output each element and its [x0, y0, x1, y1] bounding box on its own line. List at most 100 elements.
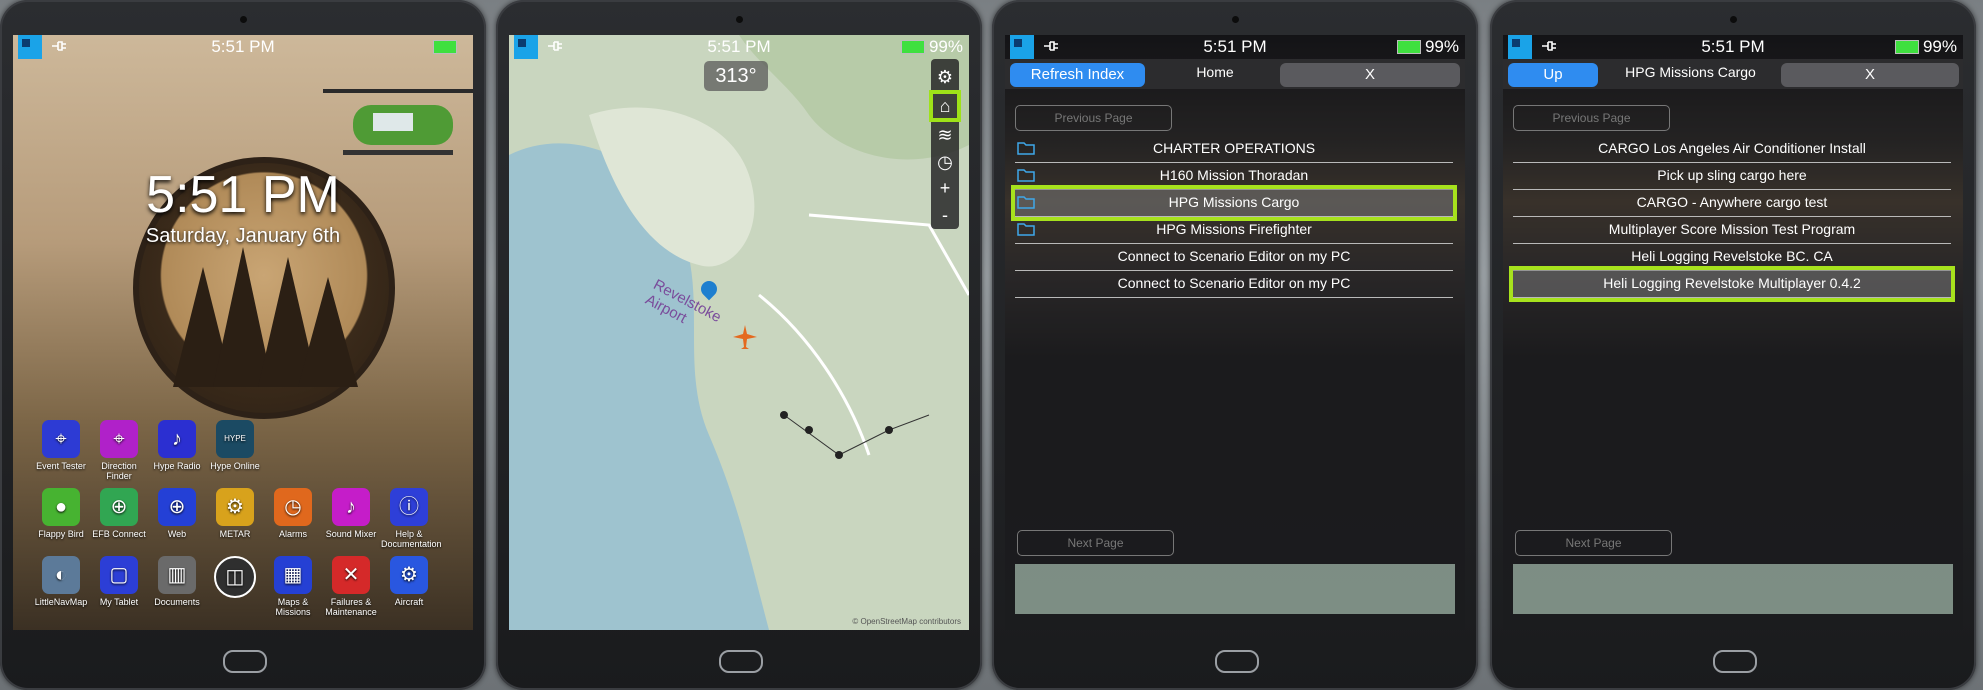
previous-page-button[interactable]: Previous Page — [1513, 105, 1670, 131]
home-button[interactable] — [1215, 650, 1259, 673]
minus-icon[interactable]: - — [931, 201, 959, 229]
cargo-screen: 5:51 PM 99% Up HPG Missions Cargo X Prev… — [1503, 35, 1963, 630]
list-item[interactable]: HPG Missions Cargo — [1011, 185, 1457, 221]
list-item[interactable]: Pick up sling cargo here — [1513, 162, 1951, 190]
nav-title: HPG Missions Cargo — [1625, 64, 1756, 80]
list-item[interactable]: H160 Mission Thoradan — [1015, 162, 1453, 190]
status-time: 5:51 PM — [211, 37, 275, 56]
app-icon-4[interactable]: ● Flappy Bird — [33, 488, 89, 539]
tablet-cargo: 5:51 PM 99% Up HPG Missions Cargo X Prev… — [1490, 0, 1976, 690]
tablet-home: 5:51 PM 5:51 PM Saturday, January 6th ⌖ E… — [0, 0, 486, 690]
list-item[interactable]: Heli Logging Revelstoke BC. CA — [1513, 243, 1951, 271]
app-label: Maps & Missions — [275, 597, 311, 617]
app-glyph-icon: ● — [42, 488, 80, 526]
app-label: Web — [167, 529, 187, 539]
list-item[interactable]: Heli Logging Revelstoke Multiplayer 0.4.… — [1509, 266, 1955, 302]
list-item-label: Heli Logging Revelstoke Multiplayer 0.4.… — [1603, 275, 1861, 291]
home-button[interactable] — [719, 650, 763, 673]
list-item-label: HPG Missions Cargo — [1168, 194, 1300, 210]
compass-icon[interactable]: ◷ — [931, 148, 959, 176]
list-item[interactable]: Connect to Scenario Editor on my PC — [1015, 243, 1453, 271]
app-label: Alarms — [278, 529, 307, 539]
plus-icon[interactable]: + — [931, 174, 959, 202]
app-glyph-icon: ◫ — [214, 556, 256, 598]
battery-percent: 99% — [928, 37, 963, 56]
list-item[interactable]: CARGO Los Angeles Air Conditioner Instal… — [1513, 135, 1951, 163]
index-screen: 5:51 PM 99% Refresh Index Home X Previou… — [1005, 35, 1465, 630]
folder-icon — [1017, 196, 1035, 209]
close-button[interactable]: X — [1781, 63, 1959, 87]
next-page-button[interactable]: Next Page — [1017, 530, 1174, 556]
mini-map — [1015, 564, 1455, 614]
app-icon-17[interactable]: ⚙ Aircraft — [381, 556, 437, 607]
battery-icon — [1397, 40, 1421, 54]
app-glyph-icon: HYPE — [216, 420, 254, 458]
home-clock: 5:51 PM — [146, 166, 340, 224]
map-attribution: © OpenStreetMap contributors — [852, 617, 961, 626]
layers-icon[interactable]: ≋ — [931, 121, 959, 149]
up-button[interactable]: Up — [1508, 63, 1598, 87]
app-label: Sound Mixer — [325, 529, 377, 539]
list-item-label: H160 Mission Thoradan — [1159, 167, 1309, 183]
app-icon-12[interactable]: ▢ My Tablet — [91, 556, 147, 607]
refresh-index-button[interactable]: Refresh Index — [1010, 63, 1145, 87]
app-glyph-icon: ⊕ — [100, 488, 138, 526]
app-icon-8[interactable]: ◷ Alarms — [265, 488, 321, 539]
tablet-index: 5:51 PM 99% Refresh Index Home X Previou… — [992, 0, 1478, 690]
camera — [1730, 16, 1737, 23]
app-glyph-icon: ♪ — [332, 488, 370, 526]
app-label: Documents — [154, 597, 200, 607]
app-glyph-icon: ⌖ — [100, 420, 138, 458]
app-label: Hype Online — [210, 461, 260, 471]
app-glyph-icon: ◐ — [42, 556, 80, 594]
app-icon-7[interactable]: ⚙ METAR — [207, 488, 263, 539]
previous-page-button[interactable]: Previous Page — [1015, 105, 1172, 131]
list-item[interactable]: HPG Missions Firefighter — [1015, 216, 1453, 244]
home-button[interactable] — [1713, 650, 1757, 673]
close-button[interactable]: X — [1280, 63, 1460, 87]
home-date: Saturday, January 6th — [145, 225, 341, 247]
mini-map — [1513, 564, 1953, 614]
helicopter-image — [323, 89, 473, 155]
gear-icon[interactable]: ⚙ — [931, 63, 959, 91]
app-icon-9[interactable]: ♪ Sound Mixer — [323, 488, 379, 539]
map-view[interactable]: Revelstoke Airport — [509, 35, 969, 630]
museum-icon[interactable]: ⌂ — [929, 90, 961, 122]
app-label: Flappy Bird — [38, 529, 84, 539]
list-item[interactable]: Connect to Scenario Editor on my PC — [1015, 270, 1453, 298]
next-page-button[interactable]: Next Page — [1515, 530, 1672, 556]
app-icon-14[interactable]: ◫ — [207, 556, 263, 601]
app-glyph-icon: ✕ — [332, 556, 370, 594]
app-glyph-icon: ♪ — [158, 420, 196, 458]
app-glyph-icon: ▦ — [274, 556, 312, 594]
app-label: Help & Documentation — [381, 529, 442, 549]
camera — [736, 16, 743, 23]
tablet-map: Revelstoke Airport 5:51 PM 99% 313° ⚙ ⌂ … — [496, 0, 982, 690]
app-icon-15[interactable]: ▦ Maps & Missions — [265, 556, 321, 617]
app-icon-5[interactable]: ⊕ EFB Connect — [91, 488, 147, 539]
app-icon-1[interactable]: ⌖ Direction Finder — [91, 420, 147, 481]
app-icon-2[interactable]: ♪ Hype Radio — [149, 420, 205, 471]
app-icon-10[interactable]: ⓘ Help & Documentation — [381, 488, 442, 549]
list-item[interactable]: Multiplayer Score Mission Test Program — [1513, 216, 1951, 244]
app-glyph-icon: ⚙ — [390, 556, 428, 594]
list-item-label: Connect to Scenario Editor on my PC — [1117, 275, 1351, 291]
app-icon-0[interactable]: ⌖ Event Tester — [33, 420, 89, 471]
battery-percent: 99% — [1424, 37, 1459, 56]
app-icon-13[interactable]: ▥ Documents — [149, 556, 205, 607]
app-label: LittleNavMap — [34, 597, 88, 607]
list-item[interactable]: CARGO - Anywhere cargo test — [1513, 189, 1951, 217]
app-icon-6[interactable]: ⊕ Web — [149, 488, 205, 539]
camera — [240, 16, 247, 23]
app-label: Failures & Maintenance — [325, 597, 377, 617]
home-button[interactable] — [223, 650, 267, 673]
nav-title: Home — [1196, 64, 1234, 80]
list-item-label: Heli Logging Revelstoke BC. CA — [1631, 248, 1833, 264]
app-icon-16[interactable]: ✕ Failures & Maintenance — [323, 556, 379, 617]
list-item-label: HPG Missions Firefighter — [1156, 221, 1312, 237]
app-icon-11[interactable]: ◐ LittleNavMap — [33, 556, 89, 607]
camera — [1232, 16, 1239, 23]
list-item[interactable]: CHARTER OPERATIONS — [1015, 135, 1453, 163]
app-icon-3[interactable]: HYPE Hype Online — [207, 420, 263, 471]
status-bar: 5:51 PM 99% — [1005, 35, 1465, 59]
